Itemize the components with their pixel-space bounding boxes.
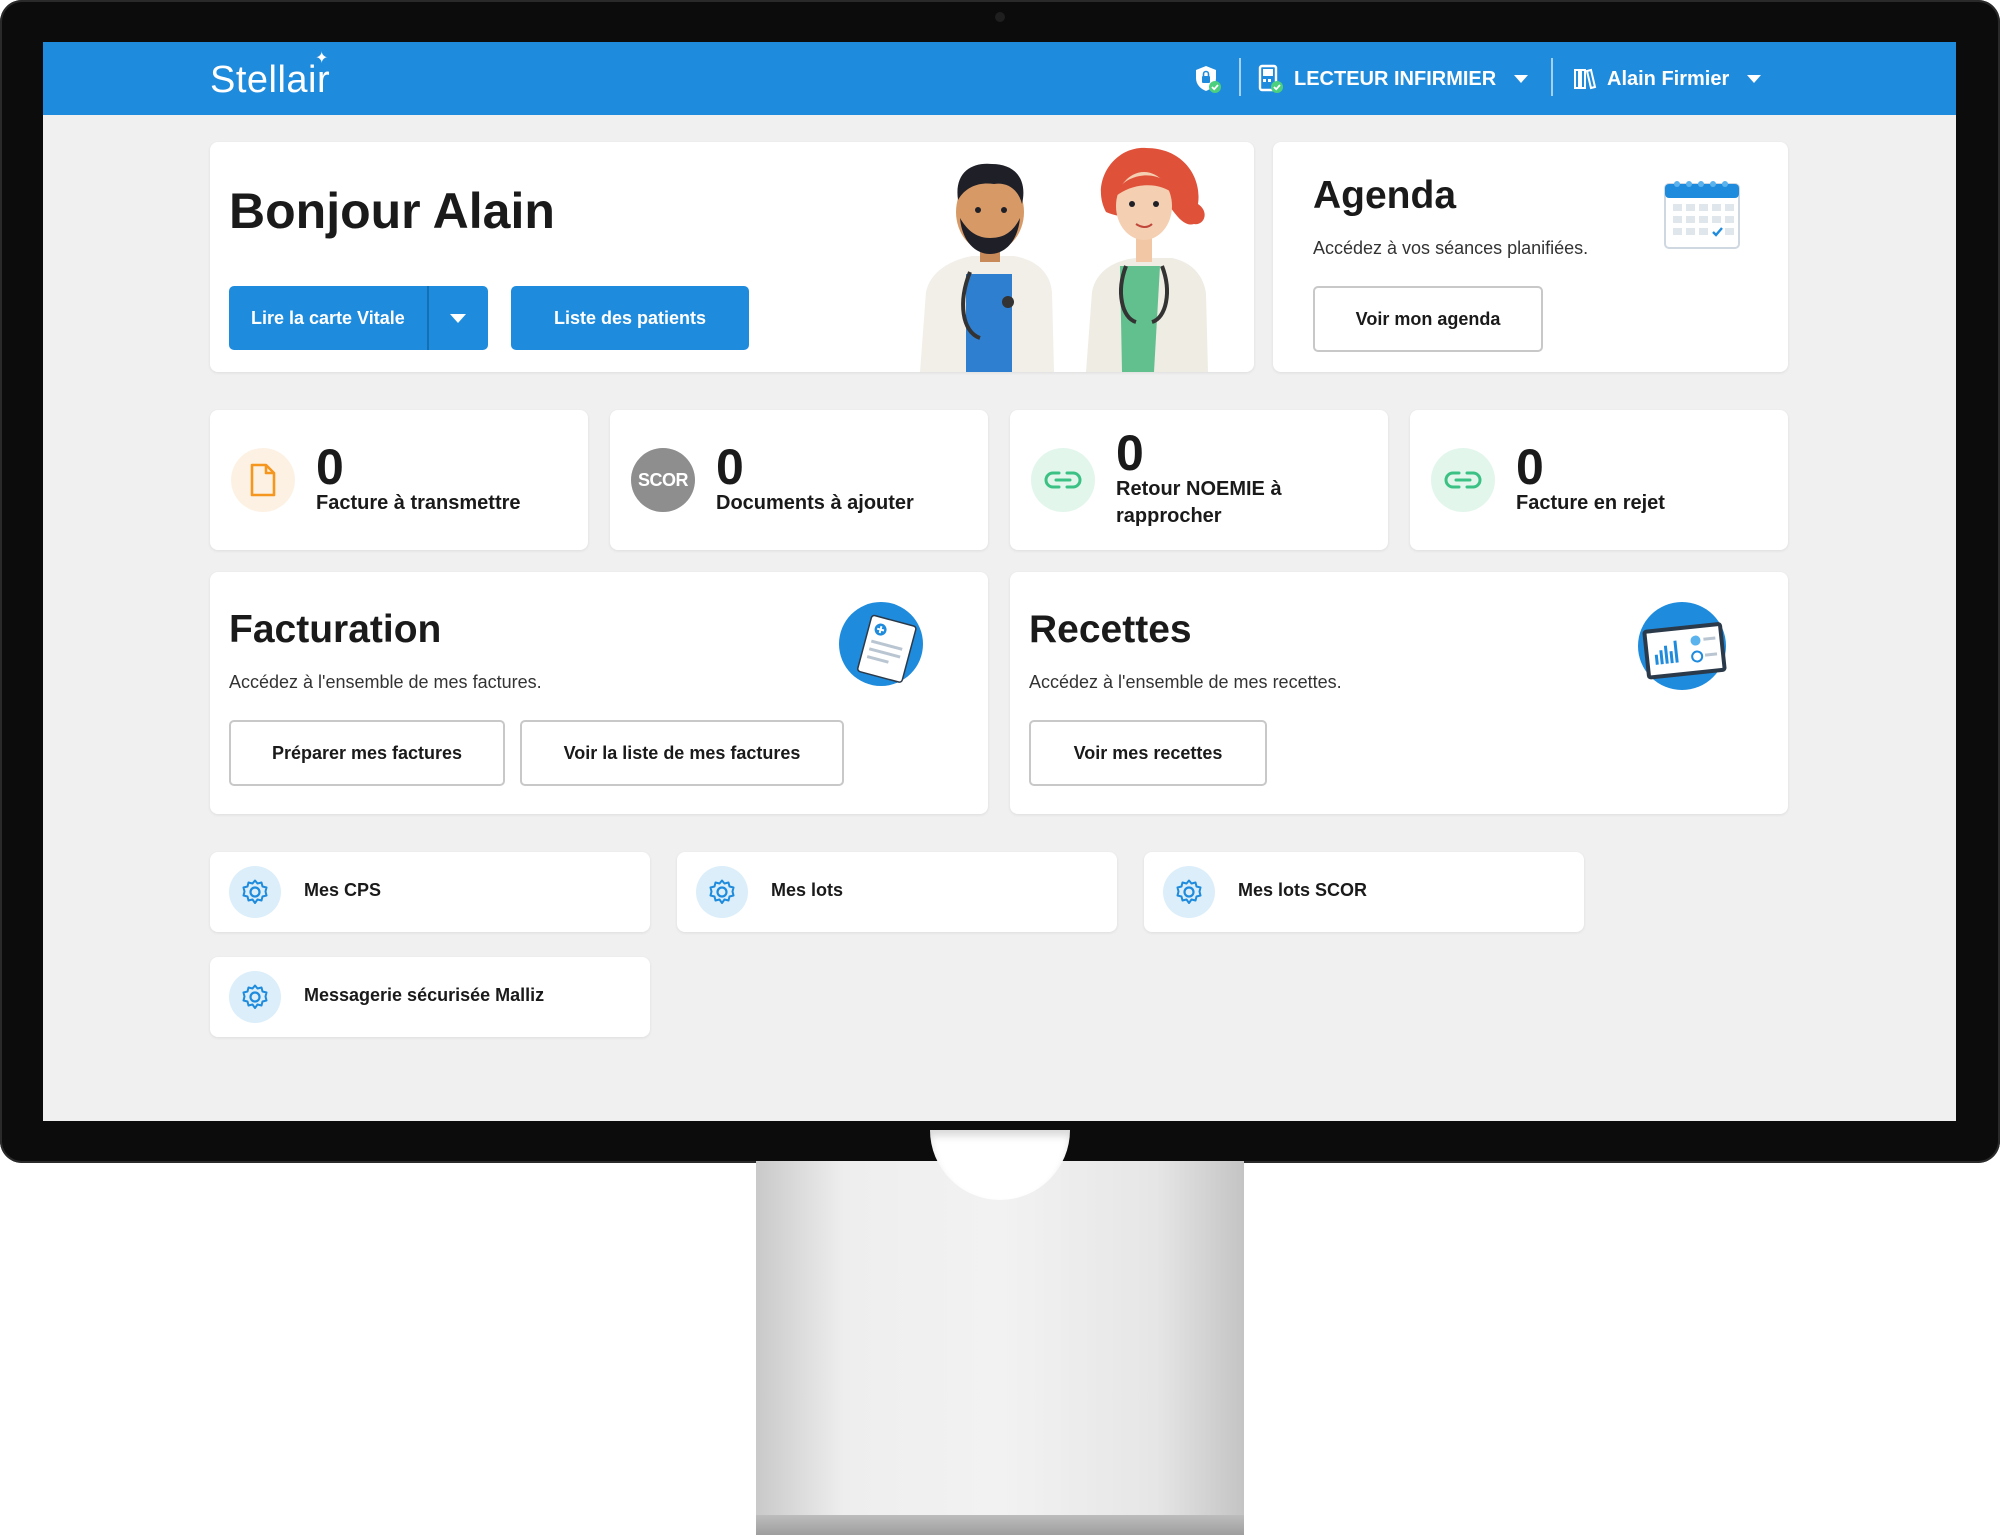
camera	[995, 12, 1005, 22]
user-name: Alain Firmier	[1607, 67, 1730, 90]
calendar-icon	[1664, 181, 1740, 249]
topbar-divider	[1551, 58, 1553, 96]
card-reader-icon	[1258, 64, 1283, 93]
topbar-divider	[1239, 58, 1241, 96]
logo[interactable]: Stellair	[210, 59, 330, 102]
billing-description: Accédez à l'ensemble de mes factures.	[229, 672, 542, 692]
stat-value: 0	[716, 439, 744, 495]
scor-icon-text: SCOR	[637, 469, 689, 490]
gear-icon	[696, 866, 748, 918]
stat-label: Facture en rejet	[1516, 492, 1665, 514]
billing-title: Facturation	[229, 608, 442, 651]
welcome-card: Bonjour Alain Lire la carte Vitale Liste…	[210, 142, 1254, 372]
top-bar: Stellair ✦ LECTEUR INFIRMIER Alain Firmi…	[43, 42, 1956, 115]
nurses-illustration	[920, 147, 1208, 372]
invoice-document-icon	[839, 602, 923, 686]
monitor-stand	[756, 1161, 1244, 1531]
quick-link-lots-scor[interactable]: Mes lots SCOR	[1144, 852, 1584, 932]
quick-link-label: Messagerie sécurisée Malliz	[304, 985, 545, 1005]
stat-value: 0	[1116, 425, 1144, 481]
prepare-invoices-button[interactable]: Préparer mes factures	[229, 720, 505, 786]
user-menu[interactable]: Alain Firmier	[1573, 64, 1762, 94]
stand-base	[756, 1515, 1244, 1535]
revenue-card: Recettes Accédez à l'ensemble de mes rec…	[1010, 572, 1788, 814]
scor-icon: SCOR	[631, 448, 695, 512]
quick-link-label: Mes lots	[771, 880, 844, 900]
document-icon	[231, 448, 295, 512]
quick-link-secure-messaging[interactable]: Messagerie sécurisée Malliz	[210, 957, 650, 1037]
agenda-description: Accédez à vos séances planifiées.	[1313, 238, 1589, 258]
revenue-title: Recettes	[1029, 608, 1192, 651]
stat-label: Retour NOEMIE à rapprocher	[1116, 478, 1282, 527]
user-books-icon	[1574, 68, 1597, 90]
stat-label: Documents à ajouter	[716, 492, 914, 514]
quick-link-cps[interactable]: Mes CPS	[210, 852, 650, 932]
read-vitale-card-label: Lire la carte Vitale	[251, 307, 405, 328]
dropdown-caret-icon[interactable]	[450, 314, 466, 323]
card-reader-menu[interactable]: LECTEUR INFIRMIER	[1258, 64, 1529, 94]
read-vitale-card-button[interactable]: Lire la carte Vitale	[229, 286, 488, 350]
stat-card-invoice-rejected[interactable]: 0 Facture en rejet	[1410, 410, 1788, 550]
gear-icon	[229, 971, 281, 1023]
link-icon	[1031, 448, 1095, 512]
split-divider	[427, 286, 429, 350]
gear-icon	[229, 866, 281, 918]
chevron-down-icon	[1514, 75, 1529, 83]
logo-star-icon: ✦	[315, 50, 329, 67]
view-revenue-button[interactable]: Voir mes recettes	[1029, 720, 1267, 786]
quick-link-lots[interactable]: Mes lots	[677, 852, 1117, 932]
patients-list-button[interactable]: Liste des patients	[511, 286, 749, 350]
card-reader-label: LECTEUR INFIRMIER	[1294, 67, 1497, 90]
stat-card-documents-to-add[interactable]: SCOR 0 Documents à ajouter	[610, 410, 988, 550]
revenue-dashboard-icon	[1638, 602, 1727, 690]
app-screen: Stellair ✦ LECTEUR INFIRMIER Alain Firmi…	[43, 42, 1956, 1121]
quick-link-label: Mes CPS	[304, 880, 382, 900]
stat-value: 0	[316, 439, 344, 495]
stat-label: Facture à transmettre	[316, 492, 521, 514]
link-icon	[1431, 448, 1495, 512]
stat-card-invoice-to-send[interactable]: 0 Facture à transmettre	[210, 410, 588, 550]
security-shield-icon[interactable]	[1194, 64, 1222, 94]
quick-link-label: Mes lots SCOR	[1238, 880, 1368, 900]
billing-card: Facturation Accédez à l'ensemble de mes …	[210, 572, 988, 814]
stat-card-noemie-return[interactable]: 0 Retour NOEMIE à rapprocher	[1010, 410, 1388, 550]
agenda-title: Agenda	[1313, 174, 1457, 217]
view-agenda-button[interactable]: Voir mon agenda	[1313, 286, 1543, 352]
chevron-down-icon	[1747, 75, 1762, 83]
gear-icon	[1163, 866, 1215, 918]
revenue-description: Accédez à l'ensemble de mes recettes.	[1029, 672, 1342, 692]
stat-value: 0	[1516, 439, 1544, 495]
greeting-title: Bonjour Alain	[229, 183, 555, 239]
agenda-card: Agenda Accédez à vos séances planifiées.…	[1273, 142, 1788, 372]
invoice-list-button[interactable]: Voir la liste de mes factures	[520, 720, 844, 786]
